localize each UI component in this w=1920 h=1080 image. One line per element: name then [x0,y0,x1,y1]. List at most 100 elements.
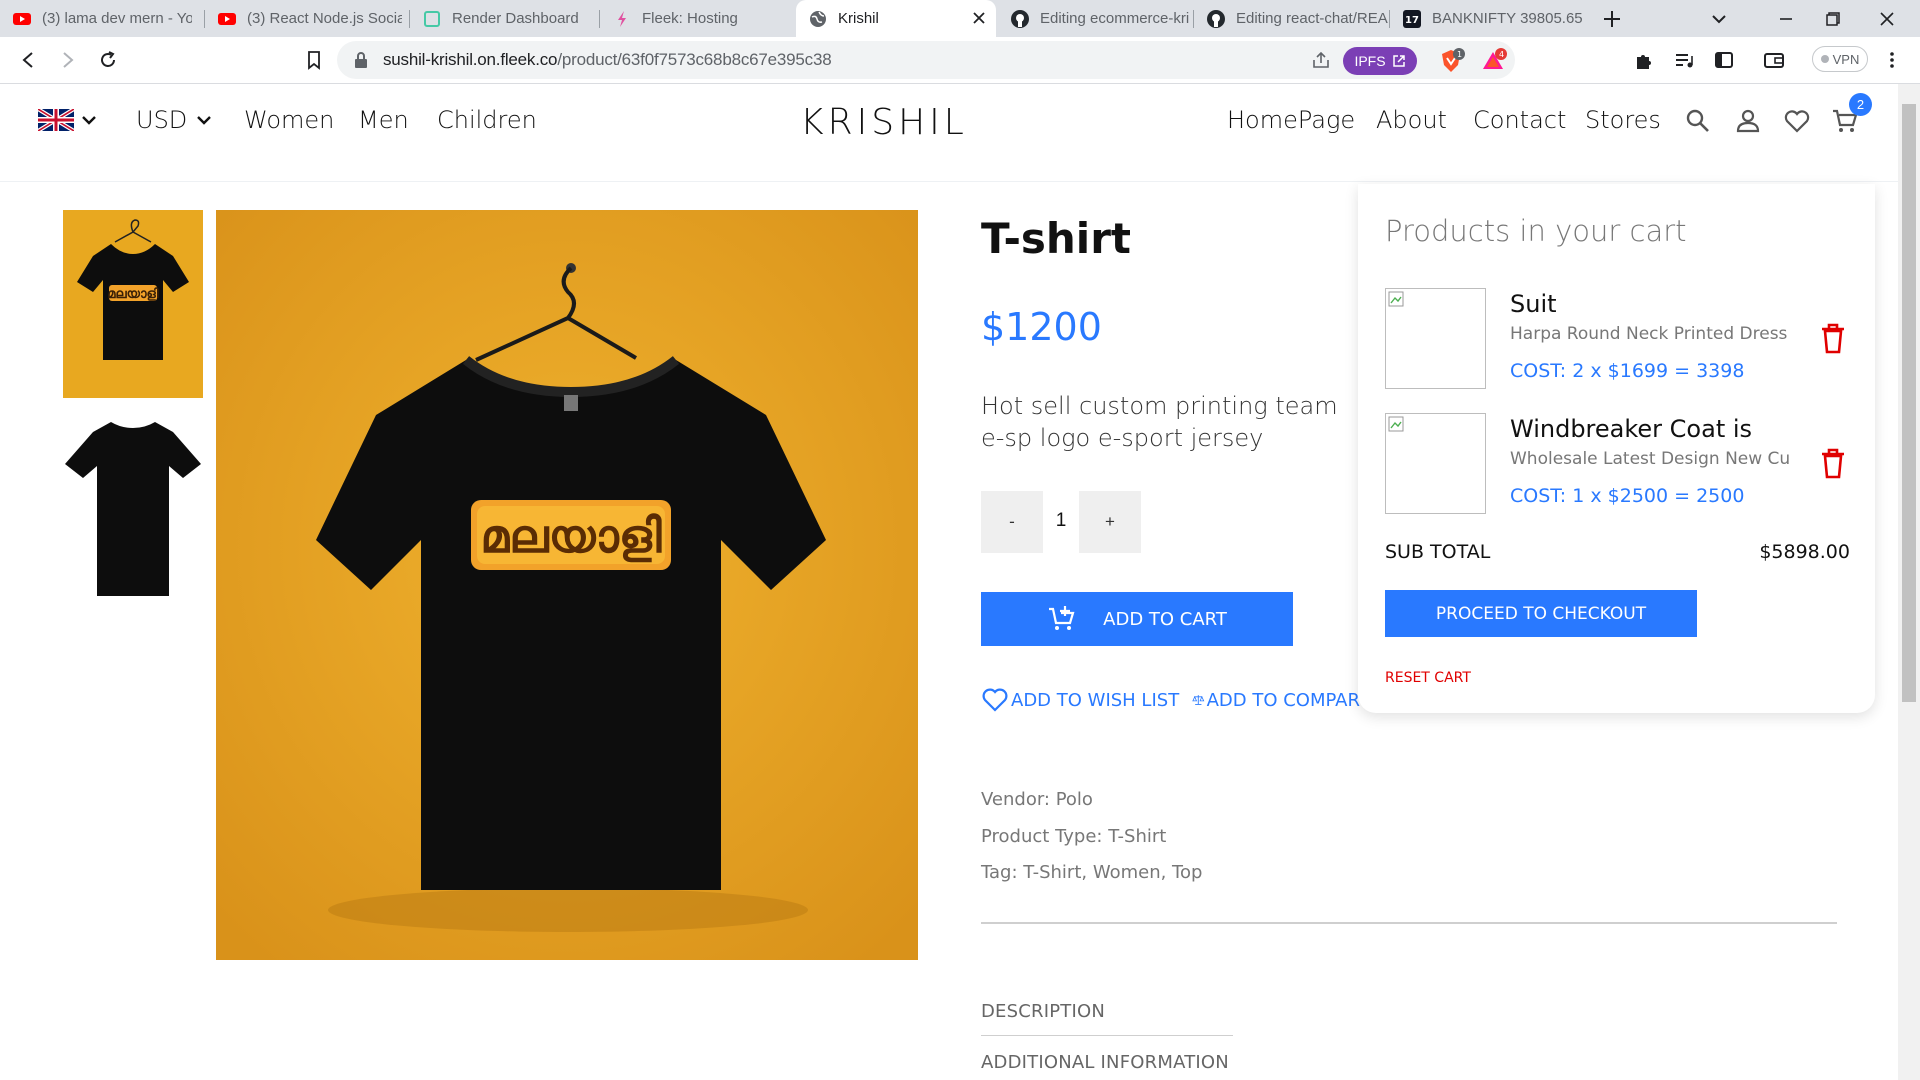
minimize-icon[interactable] [1773,6,1799,32]
add-to-wishlist-link[interactable]: ADD TO WISH LIST [981,686,1179,714]
language-selector[interactable] [38,109,98,131]
close-window-icon[interactable] [1874,6,1900,32]
share-icon[interactable] [1311,50,1331,70]
cart-dropdown: Products in your cart Suit Harpa Round N… [1358,184,1875,713]
vpn-status-dot [1820,55,1829,63]
browser-tab-active[interactable]: Krishil [796,0,996,37]
nav-stores[interactable]: Stores [1585,106,1661,134]
delete-icon[interactable] [1819,447,1847,479]
currency-selector[interactable]: USD [136,106,213,134]
reset-cart-button[interactable]: RESET CART [1385,670,1471,686]
external-link-icon [1392,55,1405,67]
browser-tab[interactable]: Editing react-chat/REA [1194,0,1390,37]
wallet-icon[interactable] [1762,48,1786,72]
product-main-image[interactable]: മലയാളി [216,210,918,960]
search-icon[interactable] [1683,106,1713,136]
proceed-to-checkout-button[interactable]: PROCEED TO CHECKOUT [1385,590,1697,637]
site-logo[interactable]: KRISHIL [800,102,968,143]
close-tab-icon[interactable] [970,9,988,27]
nav-homepage[interactable]: HomePage [1227,106,1355,134]
youtube-icon [218,12,236,25]
quantity-decrement-button[interactable]: - [981,491,1043,553]
cart-item-description: Wholesale Latest Design New Cu [1510,449,1791,469]
currency-label: USD [136,106,188,134]
cart-item-name[interactable]: Windbreaker Coat is [1510,415,1752,443]
compare-label: ADD TO COMPAR [1206,689,1360,711]
tab-title: BANKNIFTY 39805.65 ▲ [1432,10,1586,27]
tshirt-back-image [63,414,203,602]
menu-icon[interactable] [1880,48,1904,72]
quantity-increment-button[interactable]: + [1079,491,1141,553]
nav-men[interactable]: Men [358,106,409,134]
delete-icon[interactable] [1819,322,1847,354]
heart-icon[interactable] [1782,106,1812,136]
fleek-icon [618,10,626,27]
vpn-button[interactable]: VPN [1812,46,1868,72]
browser-tab[interactable]: Fleek: Hosting [600,0,796,37]
tab-title: Editing react-chat/REA [1236,10,1388,27]
extensions-icon[interactable] [1632,48,1656,72]
browser-tab[interactable]: 17 BANKNIFTY 39805.65 ▲ [1390,0,1586,37]
cart-item-image [1385,413,1486,514]
site-header: USD Women Men Children KRISHIL HomePage … [0,84,1898,182]
brave-shields-icon[interactable]: 1 [1437,47,1465,75]
tab-additional-information[interactable]: ADDITIONAL INFORMATION [981,1052,1229,1073]
product-type: Product Type: T-Shirt [981,826,1167,847]
cart-item-name[interactable]: Suit [1510,290,1557,318]
uk-flag-icon [38,109,74,131]
browser-tab[interactable]: Render Dashboard [410,0,600,37]
address-bar[interactable]: sushil-krishil.on.fleek.co/product/63f0f… [337,41,1515,79]
tab-title: Krishil [838,10,879,27]
nav-about[interactable]: About [1376,106,1447,134]
tab-search-chevron-icon[interactable] [1706,6,1732,32]
wishlist-label: ADD TO WISH LIST [1011,689,1180,711]
add-to-cart-label: ADD TO CART [1103,608,1227,630]
cart-item-cost: COST: 2 x $1699 = 3398 [1510,360,1745,382]
product-thumbnail-back[interactable] [63,414,203,602]
bookmark-icon[interactable] [302,48,326,72]
product-tags: Tag: T-Shirt, Women, Top [981,862,1203,883]
balance-scale-icon [1192,695,1205,705]
url-text: sushil-krishil.on.fleek.co/product/63f0f… [383,50,832,69]
reload-icon[interactable] [96,48,120,72]
tab-title: (3) lama dev mern - Yo [42,10,192,27]
nav-women[interactable]: Women [244,106,334,134]
globe-icon [810,10,826,27]
tshirt-front-image: മലയാളി [63,210,203,398]
add-to-compare-link[interactable]: ADD TO COMPAR [1192,686,1360,714]
tab-title: Fleek: Hosting [642,10,738,27]
product-thumbnail-front[interactable]: മലയാളി [63,210,203,398]
svg-text:17: 17 [1405,15,1419,26]
add-to-cart-button[interactable]: ADD TO CART [981,592,1293,646]
tab-description[interactable]: DESCRIPTION [981,1001,1105,1022]
chevron-down-icon [82,116,96,125]
svg-text:മലയാളി: മലയാളി [480,509,662,563]
browser-tab[interactable]: Editing ecommerce-kri [998,0,1194,37]
scrollbar-thumb[interactable] [1902,104,1916,702]
subtotal-value: $5898.00 [1759,541,1850,563]
nav-children[interactable]: Children [437,106,537,134]
ipfs-button[interactable]: IPFS [1343,47,1417,75]
brave-rewards-icon[interactable]: 4 [1479,47,1507,75]
nav-contact[interactable]: Contact [1473,106,1566,134]
product-description: Hot sell custom printing team e-sp logo … [981,392,1338,452]
product-title: T-shirt [981,214,1131,263]
svg-text:4: 4 [1499,50,1504,59]
back-icon[interactable] [16,48,40,72]
broken-image-icon [1388,291,1404,307]
render-icon [424,10,440,27]
github-icon [1011,9,1029,28]
section-divider [981,922,1837,924]
tab-title: (3) React Node.js Socia [247,10,402,27]
svg-text:മലയാളി: മലയാളി [107,286,158,302]
playlist-icon[interactable] [1672,48,1696,72]
browser-tab[interactable]: (3) React Node.js Socia [205,0,410,37]
product-vendor: Vendor: Polo [981,789,1093,810]
restore-icon[interactable] [1820,6,1846,32]
browser-tab[interactable]: (3) lama dev mern - Yo [0,0,205,37]
user-icon[interactable] [1733,106,1763,136]
tradingview-icon: 17 [1403,9,1421,28]
forward-icon[interactable] [56,48,80,72]
new-tab-icon[interactable] [1600,7,1624,31]
sidebar-icon[interactable] [1712,48,1736,72]
